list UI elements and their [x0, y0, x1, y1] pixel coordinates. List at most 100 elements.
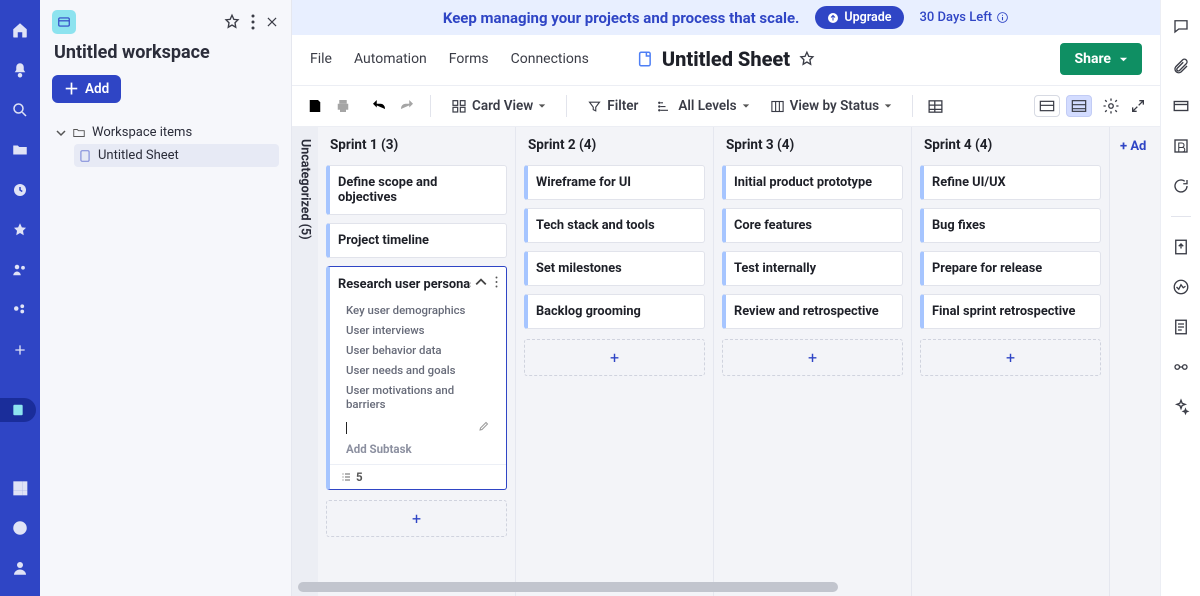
- caret-down-icon: [1119, 55, 1128, 64]
- horizontal-scrollbar[interactable]: [298, 582, 838, 592]
- card[interactable]: Review and retrospective: [722, 294, 903, 329]
- rail-recent-icon[interactable]: [8, 178, 32, 202]
- card[interactable]: Set milestones: [524, 251, 705, 286]
- card[interactable]: Prepare for release: [920, 251, 1101, 286]
- menu-forms[interactable]: Forms: [449, 51, 489, 67]
- compact-view-toggle[interactable]: [1034, 95, 1060, 117]
- tree-root-row[interactable]: Workspace items: [52, 121, 279, 144]
- view-by-status-selector[interactable]: View by Status: [764, 94, 898, 118]
- close-panel-icon[interactable]: [265, 15, 279, 29]
- card[interactable]: Define scope and objectives: [326, 165, 507, 215]
- card[interactable]: Test internally: [722, 251, 903, 286]
- card[interactable]: Final sprint retrospective: [920, 294, 1101, 329]
- rail-workapps-icon[interactable]: [8, 298, 32, 322]
- card[interactable]: Refine UI/UX: [920, 165, 1101, 200]
- card-more-icon[interactable]: [495, 276, 498, 292]
- edit-lanes-icon[interactable]: [927, 98, 944, 115]
- proofs-icon[interactable]: [1171, 96, 1191, 116]
- subtask[interactable]: User motivations and barriers: [346, 380, 496, 414]
- uncategorized-label: Uncategorized (5): [298, 139, 313, 240]
- column-header[interactable]: Sprint 2 (4): [522, 127, 707, 161]
- subtask[interactable]: User behavior data: [346, 340, 496, 360]
- add-card[interactable]: +: [722, 339, 903, 376]
- save-icon[interactable]: [306, 97, 324, 115]
- connect-icon[interactable]: [1171, 357, 1191, 377]
- main-area: Keep managing your projects and process …: [292, 0, 1160, 596]
- subtask[interactable]: User interviews: [346, 320, 496, 340]
- share-button[interactable]: Share: [1060, 43, 1142, 75]
- column: Sprint 1 (3) Define scope and objectives P…: [318, 127, 516, 596]
- expand-icon[interactable]: [1130, 98, 1146, 114]
- ai-sparkle-icon[interactable]: [1171, 397, 1191, 417]
- card[interactable]: Core features: [722, 208, 903, 243]
- add-card[interactable]: +: [920, 339, 1101, 376]
- uncategorized-lane[interactable]: Uncategorized (5): [292, 127, 318, 596]
- settings-gear-icon[interactable]: [1102, 97, 1120, 115]
- columns-icon: [770, 99, 785, 114]
- add-column[interactable]: + Ad: [1110, 127, 1156, 596]
- side-panel: Untitled workspace ＋ Add Workspace items…: [40, 0, 292, 596]
- add-card[interactable]: +: [326, 500, 507, 537]
- share-label: Share: [1074, 51, 1111, 67]
- card[interactable]: Initial product prototype: [722, 165, 903, 200]
- rail-people-icon[interactable]: [8, 258, 32, 282]
- column-header[interactable]: Sprint 1 (3): [324, 127, 509, 161]
- activity-log-icon[interactable]: [1171, 277, 1191, 297]
- publish-icon[interactable]: [1171, 237, 1191, 257]
- column: Sprint 3 (4) Initial product prototype Cor…: [714, 127, 912, 596]
- tree-item-sheet[interactable]: Untitled Sheet: [74, 144, 279, 167]
- card[interactable]: Bug fixes: [920, 208, 1101, 243]
- rail-account-icon[interactable]: [8, 556, 32, 580]
- svg-text:?: ?: [18, 524, 23, 534]
- brandfolder-icon[interactable]: [1171, 136, 1191, 156]
- collapse-icon[interactable]: [475, 276, 487, 292]
- rail-search-icon[interactable]: [8, 98, 32, 122]
- column-header[interactable]: Sprint 3 (4): [720, 127, 905, 161]
- print-icon[interactable]: [334, 97, 352, 115]
- rail-notifications-icon[interactable]: [8, 58, 32, 82]
- add-subtask[interactable]: Add Subtask: [330, 440, 506, 464]
- rail-help-icon[interactable]: ?: [8, 516, 32, 540]
- card[interactable]: Wireframe for UI: [524, 165, 705, 200]
- update-requests-icon[interactable]: [1171, 176, 1191, 196]
- all-levels-selector[interactable]: All Levels: [652, 94, 755, 118]
- summary-icon[interactable]: [1171, 317, 1191, 337]
- add-card[interactable]: +: [524, 339, 705, 376]
- card[interactable]: Project timeline: [326, 223, 507, 258]
- subtask[interactable]: Key user demographics: [346, 300, 496, 320]
- subtask-input[interactable]: [330, 418, 506, 440]
- sheet-favorite-icon[interactable]: [798, 50, 816, 68]
- sheet-title[interactable]: Untitled Sheet: [662, 47, 790, 71]
- upgrade-button[interactable]: Upgrade: [815, 6, 903, 29]
- card[interactable]: Tech stack and tools: [524, 208, 705, 243]
- rail-apps-icon[interactable]: [8, 476, 32, 500]
- undo-icon[interactable]: [370, 97, 388, 115]
- rail-favorites-icon[interactable]: [8, 218, 32, 242]
- days-left-label: 30 Days Left: [920, 10, 993, 25]
- rail-folder-icon[interactable]: [8, 138, 32, 162]
- menu-connections[interactable]: Connections: [511, 51, 589, 67]
- add-button[interactable]: ＋ Add: [52, 75, 121, 103]
- more-menu-icon[interactable]: [251, 14, 255, 30]
- conversations-icon[interactable]: [1171, 16, 1191, 36]
- rail-home-icon[interactable]: [8, 18, 32, 42]
- rail-active-sheet-icon[interactable]: [0, 398, 36, 422]
- rail-divider: [1171, 216, 1191, 217]
- card[interactable]: Backlog grooming: [524, 294, 705, 329]
- filter-button[interactable]: Filter: [581, 94, 644, 118]
- full-view-toggle[interactable]: [1066, 95, 1092, 117]
- favorite-star-icon[interactable]: [223, 13, 241, 31]
- days-left[interactable]: 30 Days Left: [920, 10, 1010, 25]
- card-view-selector[interactable]: Card View: [445, 94, 552, 118]
- subtask[interactable]: User needs and goals: [346, 360, 496, 380]
- card-footer: 5: [330, 464, 506, 489]
- menu-file[interactable]: File: [310, 51, 332, 67]
- card-expanded[interactable]: Research user personasKey user demograph…: [326, 266, 507, 490]
- upgrade-arrow-icon: [827, 12, 839, 24]
- redo-icon[interactable]: [398, 97, 416, 115]
- rail-add-icon[interactable]: [8, 338, 32, 362]
- column-header[interactable]: Sprint 4 (4): [918, 127, 1103, 161]
- levels-icon: [658, 99, 673, 114]
- attachments-icon[interactable]: [1171, 56, 1191, 76]
- menu-automation[interactable]: Automation: [354, 51, 427, 67]
